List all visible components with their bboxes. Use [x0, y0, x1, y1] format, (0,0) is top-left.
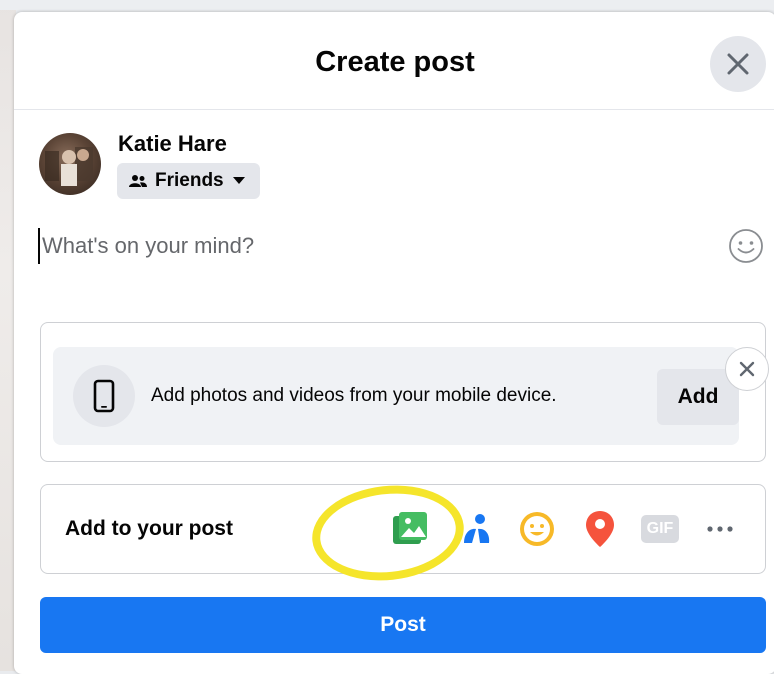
- feeling-activity-button[interactable]: [514, 506, 560, 552]
- avatar-photo: [45, 147, 93, 186]
- create-post-dialog: Create post Katie Hare Friends What's on…: [14, 12, 774, 674]
- add-to-post-label: Add to your post: [65, 517, 233, 540]
- caret-down-icon: [232, 177, 245, 184]
- gif-icon: GIF: [641, 515, 679, 543]
- avatar[interactable]: [39, 133, 101, 195]
- check-in-button[interactable]: [577, 506, 623, 552]
- mobile-phone-icon: [93, 379, 115, 413]
- user-name[interactable]: Katie Hare: [118, 131, 227, 157]
- close-media-button[interactable]: [725, 347, 769, 391]
- post-text-input[interactable]: [38, 228, 702, 264]
- audience-selector[interactable]: Friends: [117, 163, 260, 199]
- mobile-upload-text: Add photos and videos from your mobile d…: [151, 385, 557, 406]
- audience-label: Friends: [155, 170, 224, 191]
- mobile-icon-circle: [73, 365, 135, 427]
- close-button[interactable]: [710, 36, 766, 92]
- more-icon: [707, 526, 733, 532]
- emoji-button[interactable]: [728, 228, 764, 264]
- add-to-post-bar: Add to your post GIF: [40, 484, 766, 574]
- gif-button[interactable]: GIF: [637, 506, 683, 552]
- tag-people-button[interactable]: [453, 506, 499, 552]
- close-icon: [727, 53, 749, 75]
- dialog-title: Create post: [315, 46, 475, 78]
- tag-people-icon: [464, 514, 490, 543]
- more-options-button[interactable]: [697, 506, 743, 552]
- gif-label: GIF: [646, 520, 674, 537]
- location-icon: [586, 511, 614, 547]
- photo-video-button[interactable]: [388, 506, 434, 552]
- close-icon: [739, 361, 755, 377]
- post-button[interactable]: Post: [40, 597, 766, 653]
- dialog-header: Create post: [14, 12, 774, 110]
- feeling-icon: [520, 512, 554, 546]
- mobile-upload-panel: Add photos and videos from your mobile d…: [53, 347, 739, 445]
- photo-video-icon: [393, 512, 427, 544]
- media-upload-box: Add photos and videos from your mobile d…: [40, 322, 769, 462]
- background-top-strip: [0, 0, 774, 10]
- friends-icon: [129, 175, 147, 187]
- smiley-icon: [729, 229, 763, 263]
